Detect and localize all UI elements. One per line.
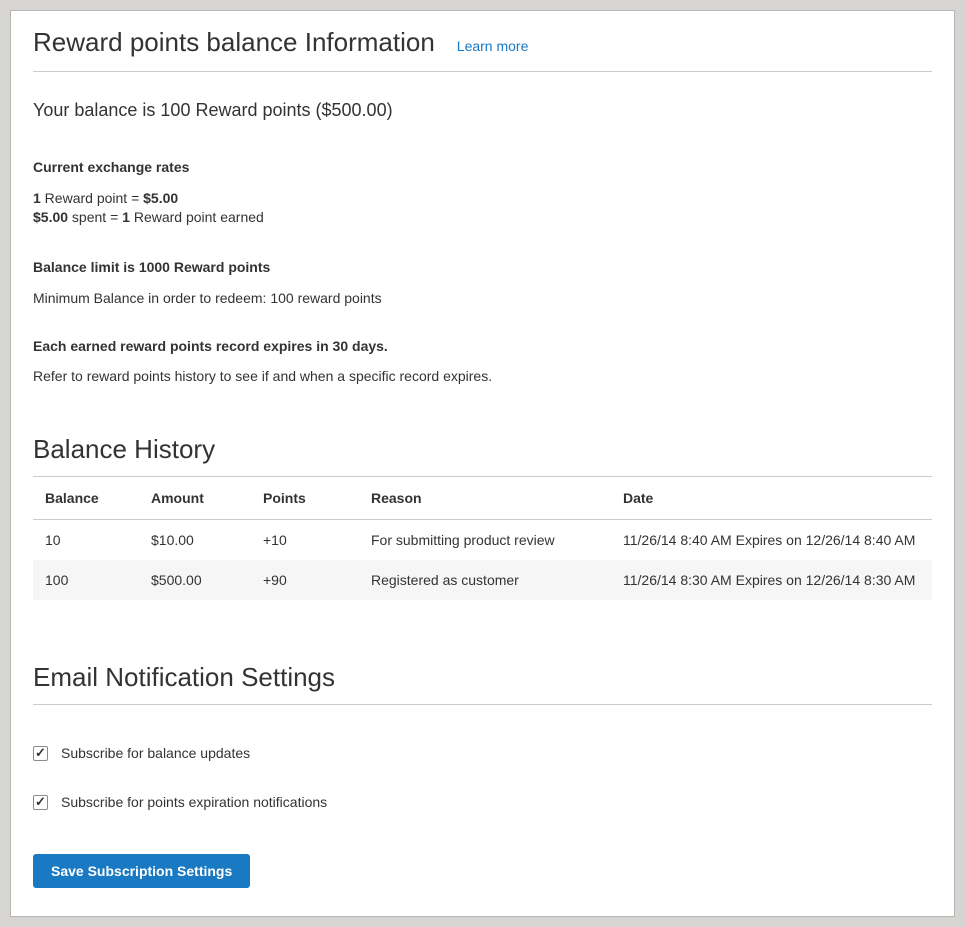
exchange-rates-lines: 1 Reward point = $5.00 $5.00 spent = 1 R… (33, 189, 932, 227)
cell-date: 11/26/14 8:40 AM Expires on 12/26/14 8:4… (611, 520, 932, 561)
column-header-date: Date (611, 477, 932, 520)
column-header-amount: Amount (139, 477, 251, 520)
cell-balance: 100 (33, 560, 139, 600)
reward-points-panel: Reward points balance Information Learn … (10, 10, 955, 917)
subscribe-balance-updates-checkbox[interactable] (33, 746, 48, 761)
learn-more-link[interactable]: Learn more (457, 38, 529, 54)
exchange-line2-text2: Reward point earned (130, 209, 264, 225)
exchange-line1-text: Reward point = (41, 190, 143, 206)
expiry-note-text: Refer to reward points history to see if… (33, 368, 932, 384)
exchange-rates-heading: Current exchange rates (33, 159, 932, 175)
subscribe-balance-updates-label[interactable]: Subscribe for balance updates (61, 745, 250, 761)
balance-summary: Your balance is 100 Reward points ($500.… (33, 100, 932, 121)
expiry-rule-text: Each earned reward points record expires… (33, 338, 932, 354)
subscribe-balance-updates-row: Subscribe for balance updates (33, 745, 932, 761)
balance-limit-text: Balance limit is 1000 Reward points (33, 259, 932, 275)
cell-points: +90 (251, 560, 359, 600)
balance-history-heading: Balance History (33, 434, 932, 477)
subscribe-expiration-label[interactable]: Subscribe for points expiration notifica… (61, 794, 327, 810)
exchange-rate-line-spend: $5.00 spent = 1 Reward point earned (33, 208, 932, 227)
email-notification-heading: Email Notification Settings (33, 662, 932, 705)
cell-reason: Registered as customer (359, 560, 611, 600)
save-subscription-settings-button[interactable]: Save Subscription Settings (33, 854, 250, 888)
table-header-row: Balance Amount Points Reason Date (33, 477, 932, 520)
table-row: 100 $500.00 +90 Registered as customer 1… (33, 560, 932, 600)
exchange-line2-amount: $5.00 (33, 209, 68, 225)
exchange-rate-line-earn: 1 Reward point = $5.00 (33, 189, 932, 208)
column-header-reason: Reason (359, 477, 611, 520)
minimum-balance-text: Minimum Balance in order to redeem: 100 … (33, 290, 932, 306)
subscribe-expiration-checkbox[interactable] (33, 795, 48, 810)
column-header-balance: Balance (33, 477, 139, 520)
balance-history-section: Balance History (33, 434, 932, 477)
page-title: Reward points balance Information (33, 27, 435, 58)
exchange-line2-text: spent = (68, 209, 122, 225)
cell-reason: For submitting product review (359, 520, 611, 561)
cell-date: 11/26/14 8:30 AM Expires on 12/26/14 8:3… (611, 560, 932, 600)
email-notification-section: Email Notification Settings (33, 662, 932, 705)
cell-amount: $10.00 (139, 520, 251, 561)
balance-history-table: Balance Amount Points Reason Date 10 $10… (33, 477, 932, 600)
exchange-line2-points: 1 (122, 209, 130, 225)
table-row: 10 $10.00 +10 For submitting product rev… (33, 520, 932, 561)
cell-amount: $500.00 (139, 560, 251, 600)
cell-balance: 10 (33, 520, 139, 561)
page-header: Reward points balance Information Learn … (33, 11, 932, 72)
exchange-line1-points: 1 (33, 190, 41, 206)
cell-points: +10 (251, 520, 359, 561)
exchange-line1-amount: $5.00 (143, 190, 178, 206)
subscribe-expiration-row: Subscribe for points expiration notifica… (33, 794, 932, 810)
column-header-points: Points (251, 477, 359, 520)
